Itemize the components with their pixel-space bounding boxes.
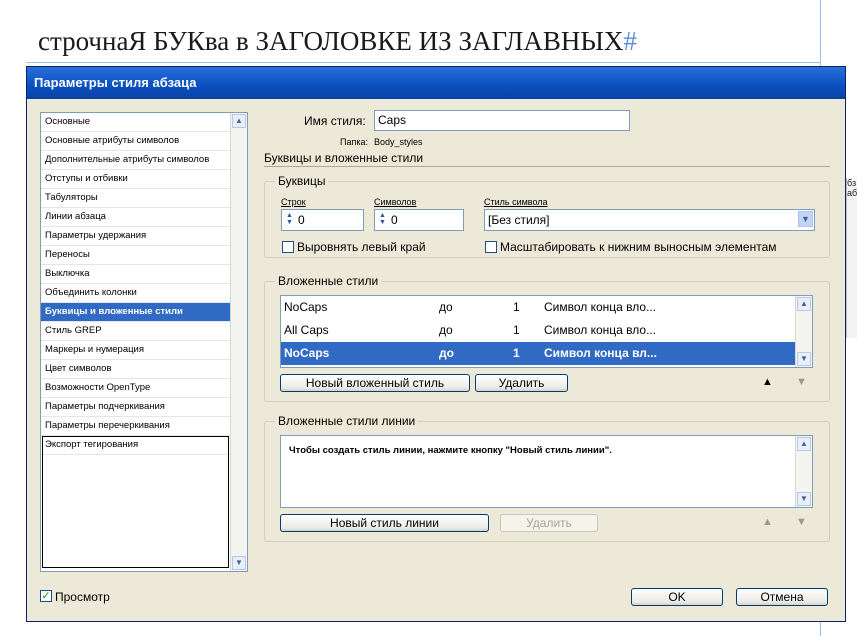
move-up-icon[interactable]: ▲ bbox=[762, 376, 773, 388]
nested-styles-title: Вложенные стили bbox=[275, 274, 382, 288]
stepper-arrows-icon[interactable]: ▲ ▼ bbox=[285, 212, 294, 227]
sidebar-item[interactable]: Возможности OpenType bbox=[41, 379, 232, 398]
lines-label: Строк bbox=[281, 197, 306, 207]
scroll-down-icon[interactable]: ▼ bbox=[232, 556, 246, 570]
drop-caps-title: Буквицы bbox=[275, 174, 329, 188]
folder-value: Body_styles bbox=[374, 137, 423, 147]
new-nested-style-button[interactable]: Новый вложенный стиль bbox=[280, 374, 470, 392]
cell-end: Символ конца вло... bbox=[544, 323, 657, 337]
scale-descenders-label: Масштабировать к нижним выносным элемент… bbox=[500, 240, 777, 254]
sidebar-item[interactable]: Маркеры и нумерация bbox=[41, 341, 232, 360]
preview-checkbox[interactable]: ✓ bbox=[40, 590, 52, 602]
sidebar-item[interactable]: Отступы и отбивки bbox=[41, 170, 232, 189]
sidebar-item[interactable]: Линии абзаца bbox=[41, 208, 232, 227]
scroll-up-icon[interactable]: ▲ bbox=[797, 437, 811, 451]
sidebar-item[interactable]: Параметры подчеркивания bbox=[41, 398, 232, 417]
document-heading-text: строчнаЯ БУКва в ЗАГОЛОВКЕ ИЗ ЗАГЛАВНЫХ bbox=[38, 26, 624, 56]
sidebar-item[interactable]: Стиль GREP bbox=[41, 322, 232, 341]
section-divider bbox=[264, 166, 830, 167]
category-list-empty-area bbox=[42, 436, 229, 568]
preview-label: Просмотр bbox=[55, 590, 110, 604]
line-styles-table[interactable]: Чтобы создать стиль линии, нажмите кнопк… bbox=[280, 435, 813, 508]
chevron-down-icon[interactable]: ▼ bbox=[798, 211, 813, 227]
nested-styles-table[interactable]: NoCaps до 1 Символ конца вло... All Caps до 1 С… bbox=[280, 295, 813, 368]
char-style-select[interactable]: [Без стиля] ▼ bbox=[484, 209, 815, 231]
cell-count: 1 bbox=[513, 346, 520, 360]
align-left-checkbox[interactable] bbox=[282, 241, 294, 253]
sidebar-item[interactable]: Дополнительные атрибуты символов bbox=[41, 151, 232, 170]
chars-stepper[interactable]: ▲ ▼ 0 bbox=[374, 209, 464, 231]
cancel-button[interactable]: Отмена bbox=[736, 588, 828, 606]
scale-descenders-checkbox[interactable] bbox=[485, 241, 497, 253]
sidebar-item[interactable]: Табуляторы bbox=[41, 189, 232, 208]
nested-styles-group: Вложенные стили NoCaps до 1 Символ конца вл… bbox=[264, 274, 830, 402]
sidebar-item[interactable]: Выключка bbox=[41, 265, 232, 284]
sidebar-item[interactable]: Параметры перечеркивания bbox=[41, 417, 232, 436]
line-styles-scrollbar[interactable]: ▲ ▼ bbox=[795, 436, 812, 507]
category-items: Основные Основные атрибуты символов Дополн… bbox=[41, 113, 232, 455]
drop-caps-group: Буквицы Строк ▲ ▼ 0 Символов ▲ ▼ 0 Стиль сим… bbox=[264, 174, 830, 258]
cell-through: до bbox=[439, 323, 453, 337]
lines-stepper[interactable]: ▲ ▼ 0 bbox=[281, 209, 364, 231]
stepper-arrows-icon[interactable]: ▲ ▼ bbox=[378, 212, 387, 227]
move-down-icon[interactable]: ▼ bbox=[796, 516, 807, 528]
chars-label: Символов bbox=[374, 197, 417, 207]
table-row[interactable]: NoCaps до 1 Символ конца вл... bbox=[281, 342, 797, 365]
line-styles-group: Вложенные стили линии Чтобы создать стил… bbox=[264, 414, 830, 542]
delete-nested-style-button[interactable]: Удалить bbox=[475, 374, 568, 392]
cell-through: до bbox=[439, 346, 454, 360]
scroll-down-icon[interactable]: ▼ bbox=[797, 352, 811, 366]
style-name-label: Имя стиля: bbox=[304, 114, 366, 128]
sidebar-item[interactable]: Основные атрибуты символов bbox=[41, 132, 232, 151]
end-of-story-marker: # bbox=[623, 26, 637, 56]
scroll-up-icon[interactable]: ▲ bbox=[797, 297, 811, 311]
align-left-label: Выровнять левый край bbox=[297, 240, 426, 254]
cell-style: All Caps bbox=[284, 323, 329, 337]
category-scrollbar[interactable]: ▲ ▼ bbox=[230, 113, 247, 571]
line-styles-title: Вложенные стили линии bbox=[275, 414, 419, 428]
sidebar-item[interactable]: Переносы bbox=[41, 246, 232, 265]
scroll-up-icon[interactable]: ▲ bbox=[232, 114, 246, 128]
cell-count: 1 bbox=[513, 300, 520, 314]
table-row[interactable]: NoCaps до 1 Символ конца вло... bbox=[281, 296, 797, 319]
nested-styles-scrollbar[interactable]: ▲ ▼ bbox=[795, 296, 812, 367]
cell-through: до bbox=[439, 300, 453, 314]
sidebar-item[interactable]: Цвет символов bbox=[41, 360, 232, 379]
ok-button[interactable]: OK bbox=[631, 588, 723, 606]
delete-line-style-button[interactable]: Удалить bbox=[500, 514, 598, 532]
cell-end: Символ конца вло... bbox=[544, 300, 657, 314]
folder-label: Папка: bbox=[340, 137, 368, 147]
sidebar-item[interactable]: Параметры удержания bbox=[41, 227, 232, 246]
cell-style: NoCaps bbox=[284, 346, 330, 360]
dialog-titlebar[interactable]: Параметры стиля абзаца bbox=[27, 67, 845, 99]
text-frame-edge-top bbox=[26, 62, 820, 63]
sidebar-item[interactable]: Объединить колонки bbox=[41, 284, 232, 303]
category-list[interactable]: Основные Основные атрибуты символов Дополн… bbox=[40, 112, 248, 572]
sidebar-item[interactable]: Основные bbox=[41, 113, 232, 132]
move-up-icon[interactable]: ▲ bbox=[762, 516, 773, 528]
cell-end: Символ конца вл... bbox=[544, 346, 657, 360]
move-down-icon[interactable]: ▼ bbox=[796, 376, 807, 388]
char-style-label: Стиль символа bbox=[484, 197, 548, 207]
sidebar-item[interactable]: Буквицы и вложенные стили bbox=[41, 303, 232, 322]
paragraph-style-dialog: Параметры стиля абзаца Основные Основные … bbox=[26, 66, 846, 622]
background-panel: бз аб bbox=[846, 178, 857, 338]
cell-style: NoCaps bbox=[284, 300, 328, 314]
new-line-style-button[interactable]: Новый стиль линии bbox=[280, 514, 489, 532]
scroll-down-icon[interactable]: ▼ bbox=[797, 492, 811, 506]
cell-count: 1 bbox=[513, 323, 520, 337]
table-row[interactable]: All Caps до 1 Символ конца вло... bbox=[281, 319, 797, 342]
section-title: Буквицы и вложенные стили bbox=[264, 151, 424, 165]
line-styles-message: Чтобы создать стиль линии, нажмите кнопк… bbox=[289, 445, 612, 456]
document-heading: строчнаЯ БУКва в ЗАГОЛОВКЕ ИЗ ЗАГЛАВНЫХ# bbox=[38, 26, 637, 57]
style-name-input[interactable]: Caps bbox=[374, 110, 630, 131]
